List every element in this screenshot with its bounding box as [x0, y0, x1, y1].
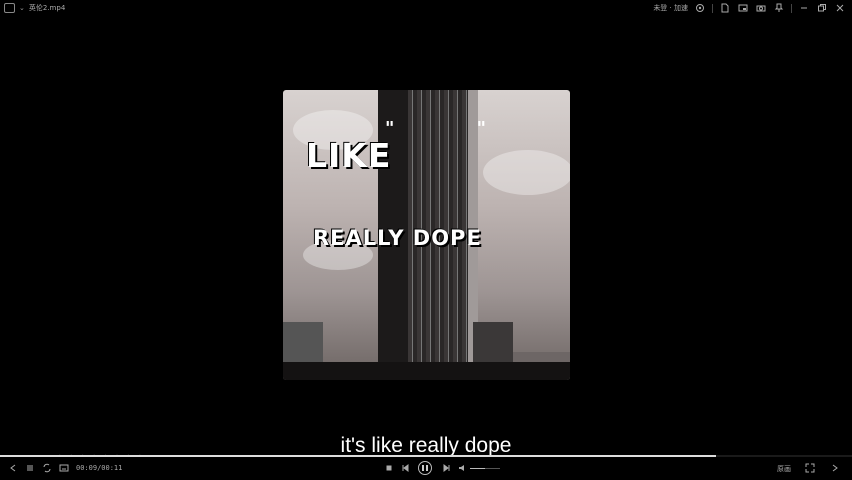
cloud [483, 150, 570, 195]
pause-icon [422, 465, 424, 471]
chevron-right-icon[interactable] [830, 463, 840, 473]
divider [712, 3, 713, 13]
app-logo-icon[interactable] [4, 3, 15, 13]
subtitle-toggle-icon[interactable] [59, 463, 69, 473]
quality-selector[interactable]: 原画 [777, 464, 791, 474]
overlay-text-like: LIKE [306, 136, 392, 175]
stop-icon[interactable] [384, 463, 394, 473]
screenshot-icon[interactable] [755, 2, 767, 14]
title-left: ⌄ 英伦2.mp4 [4, 3, 65, 13]
overlay-quotes: " " [385, 118, 525, 139]
pause-icon [426, 465, 428, 471]
overlay-text-really-dope: REALLY DOPE [313, 226, 482, 250]
pause-button[interactable] [418, 461, 432, 475]
close-icon[interactable] [834, 2, 846, 14]
title-bar: ⌄ 英伦2.mp4 未登 · 加速 [0, 0, 852, 18]
pin-icon[interactable] [773, 2, 785, 14]
volume-icon[interactable] [458, 463, 468, 473]
chevron-down-icon[interactable]: ⌄ [19, 4, 25, 12]
playlist-icon[interactable] [25, 463, 35, 473]
window-title: 英伦2.mp4 [28, 4, 66, 12]
next-icon[interactable] [442, 463, 452, 473]
title-right: 未登 · 加速 [653, 2, 846, 14]
volume-fill [470, 468, 485, 469]
progress-fill [0, 455, 716, 457]
chevron-left-icon[interactable] [8, 463, 18, 473]
divider [791, 3, 792, 13]
file-icon[interactable] [719, 2, 731, 14]
loop-icon[interactable] [42, 463, 52, 473]
mini-player-icon[interactable] [737, 2, 749, 14]
previous-icon[interactable] [400, 463, 410, 473]
control-bar: 00:09/00:11 原画 [0, 460, 852, 480]
progress-bar[interactable] [0, 455, 852, 457]
account-status[interactable]: 未登 · 加速 [653, 3, 688, 13]
fullscreen-icon[interactable] [805, 463, 815, 473]
volume-slider[interactable] [470, 468, 500, 469]
time-display: 00:09/00:11 [76, 464, 123, 472]
settings-icon[interactable] [694, 2, 706, 14]
minimize-icon[interactable] [798, 2, 810, 14]
restore-icon[interactable] [816, 2, 828, 14]
tree-line [283, 362, 570, 380]
